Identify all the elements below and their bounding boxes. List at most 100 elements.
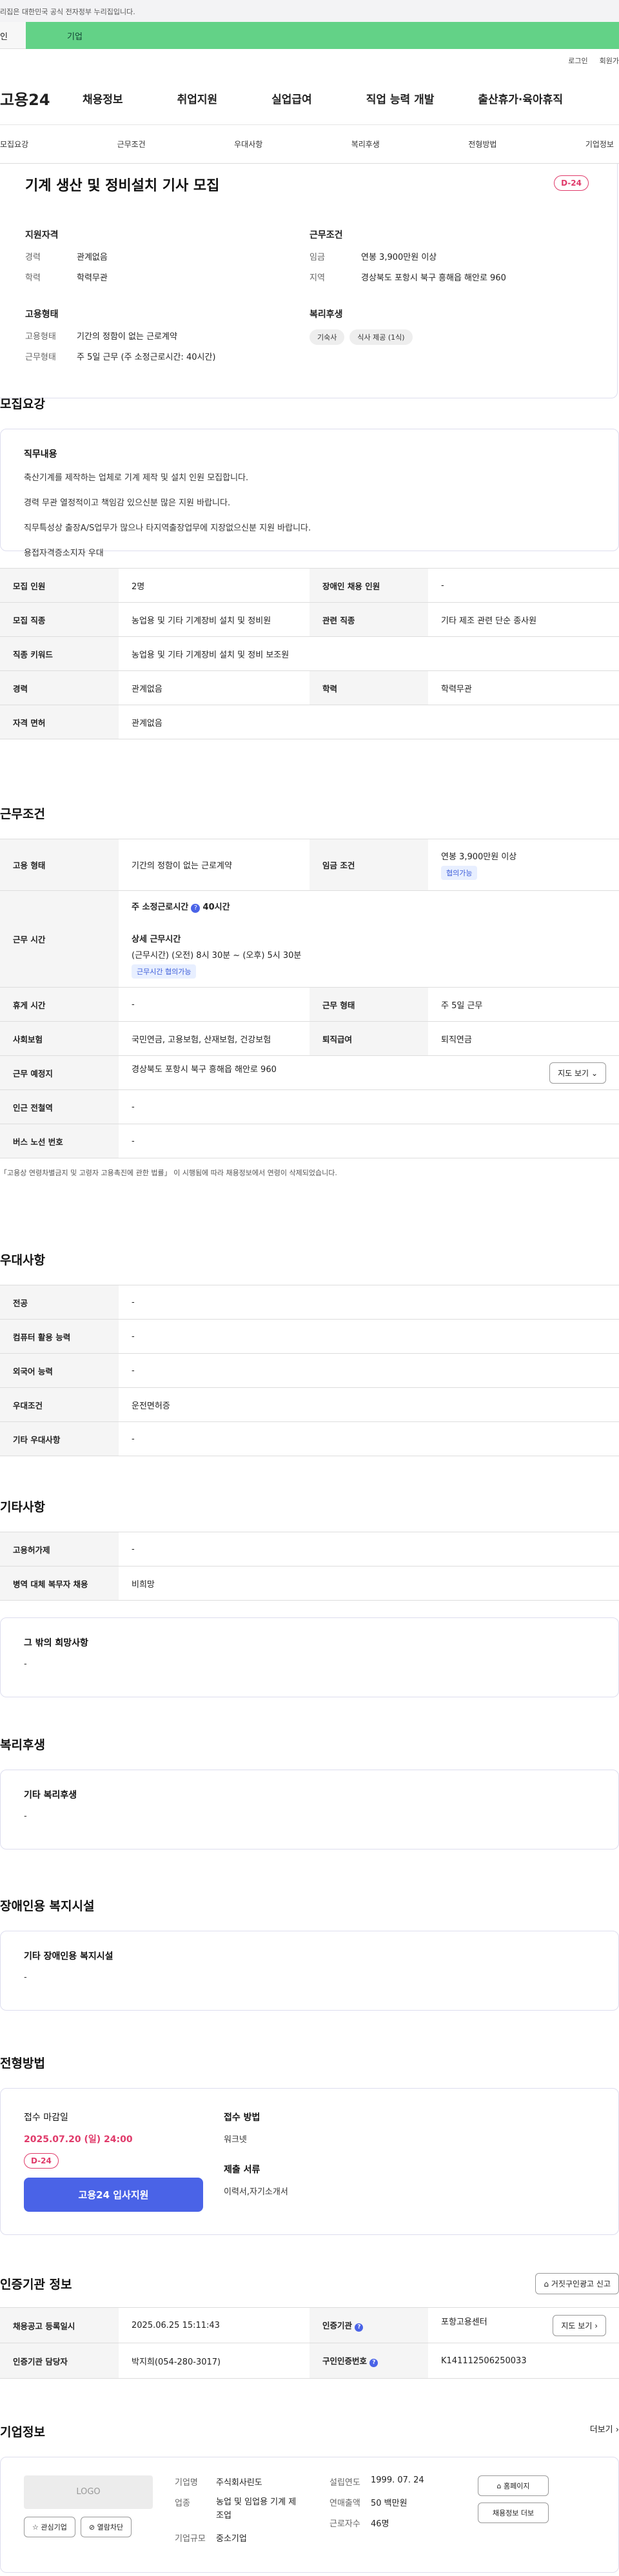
table-row: 인근 전철역 - [0, 1089, 619, 1124]
table-row: 경력 관계없음 학력 학력무관 [0, 670, 619, 705]
block-view-button[interactable]: ⊘ 열람차단 [80, 2517, 132, 2537]
cell-label: 퇴직급여 [310, 1021, 428, 1056]
company-name-value: 주식회사린도 [216, 2478, 262, 2488]
map-view-label: 지도 보기 [558, 1068, 589, 1078]
company-size-value: 중소기업 [216, 2533, 247, 2544]
anchor-company[interactable]: 기업정보 [585, 139, 614, 150]
anchor-recruit[interactable]: 모집요강 [0, 139, 28, 150]
welfare-section: 복리후생 기타 복리후생 - [0, 1735, 619, 1849]
cell-value: 퇴직연금 [428, 1021, 619, 1056]
cert-number-label: 구인인증번호 [322, 2356, 368, 2366]
education-value: 학력무관 [77, 273, 108, 283]
cell-label: 근무 형태 [310, 987, 428, 1022]
table-row: 근무 시간 주 소정근로시간 ? 40시간 상세 근무시간 (근무시간) (오전… [0, 890, 619, 988]
table-row: 직종 키워드 농업용 및 기타 기계장비 설치 및 정비 보조원 [0, 636, 619, 671]
selection-section: 전형방법 접수 마감일 2025.07.20 (일) 24:00 D-24 고용… [0, 2054, 619, 2235]
cell-value: 학력무관 [428, 670, 619, 705]
apply-button[interactable]: 고용24 입사지원 [24, 2178, 203, 2212]
cell-label: 채용공고 등록일시 [0, 2307, 119, 2343]
info-icon[interactable]: ? [369, 2359, 378, 2367]
disability-section: 장애인용 복지시설 기타 장애인용 복지시설 - [0, 1897, 619, 2011]
cell-label: 기타 우대사항 [0, 1421, 119, 1456]
hours-label: 근무형태 [25, 353, 56, 362]
welfare-box: 기타 복리후생 - [0, 1770, 619, 1849]
info-icon[interactable]: ? [355, 2323, 364, 2332]
preference-table: 전공 - 컴퓨터 활용 능력 - 외국어 능력 - 우대조건 운전면허증 기타 우대사항… [0, 1285, 619, 1456]
cell-label: 근무 시간 [0, 890, 119, 988]
company-name-label: 기업명 [175, 2478, 198, 2488]
anchor-select[interactable]: 전형방법 [468, 139, 496, 150]
section-title: 인증기관 정보 [0, 2278, 72, 2292]
welfare-chip: 기숙사 [310, 329, 345, 345]
company-section: 기업정보 더보기 › LOGO ☆ 관심기업 ⊘ 열람차단 기업명 주식회사린도 … [0, 2423, 619, 2573]
nav-parental-leave[interactable]: 출산휴가·육아휴직 [478, 90, 563, 106]
dday-badge: D-24 [554, 175, 589, 191]
founded-value: 1999. 07. 24 [371, 2475, 424, 2485]
disability-box: 기타 장애인용 복지시설 - [0, 1931, 619, 2011]
more-jobs-button[interactable]: 채용정보 더보 [478, 2503, 549, 2523]
homepage-button[interactable]: ⌂ 홈페이지 [478, 2475, 549, 2496]
table-row: 인증기관 담당자 박지희(054-280-3017) 구인인증번호 ? K141112… [0, 2343, 619, 2379]
hours-value: 주 5일 근무 (주 소정근로시간: 40시간) [77, 353, 216, 362]
work-heading: 근무조건 [310, 230, 343, 240]
more-link[interactable]: 더보기 › [590, 2423, 619, 2440]
section-title: 기업정보 [0, 2425, 45, 2439]
cell-value: 비희망 [119, 1566, 619, 1601]
cell-value: 농업용 및 기타 기계장비 설치 및 정비원 [119, 602, 310, 637]
nav-training[interactable]: 직업 능력 개발 [366, 90, 435, 106]
workplace-address: 경상북도 포항시 북구 흥해읍 해안로 960 [132, 1064, 277, 1075]
cell-value: 관계없음 [119, 670, 310, 705]
table-row: 기타 우대사항 - [0, 1421, 619, 1456]
welfare-box-heading: 기타 복리후생 [24, 1790, 77, 1800]
table-row: 전공 - [0, 1285, 619, 1320]
negotiable-tag: 근무시간 협의가능 [132, 964, 197, 979]
emptype-value: 기간의 정함이 없는 근로계약 [77, 332, 177, 342]
deadline-heading: 접수 마감일 [24, 2113, 68, 2123]
company-card: LOGO ☆ 관심기업 ⊘ 열람차단 기업명 주식회사린도 업종 농업 및 임업용 … [0, 2457, 619, 2573]
welfare-chip: 식사 제공 (1식) [349, 329, 413, 345]
join-link[interactable]: 회원가 [600, 55, 619, 72]
cell-value: K141112506250033 [428, 2343, 619, 2379]
nav-job-info[interactable]: 채용정보 [83, 90, 123, 106]
cell-value: - [428, 568, 619, 603]
disability-box-heading: 기타 장애인용 복지시설 [24, 1951, 113, 1962]
cell-value: 포항고용센터 지도 보기 › [428, 2307, 619, 2343]
map-view-button[interactable]: 지도 보기 ⌄ [549, 1062, 606, 1084]
table-row: 휴게 시간 - 근무 형태 주 5일 근무 [0, 987, 619, 1022]
login-link[interactable]: 로그인 [568, 55, 587, 72]
anchor-pref[interactable]: 우대사항 [234, 139, 262, 150]
info-icon[interactable]: ? [191, 903, 201, 913]
favorite-company-button[interactable]: ☆ 관심기업 [24, 2517, 75, 2537]
nav-unemployment[interactable]: 실업급여 [271, 90, 312, 106]
anchor-welfare[interactable]: 복리후생 [351, 139, 380, 150]
star-icon: ☆ [32, 2523, 39, 2532]
detail-hours-value: (근무시간) (오전) 8시 30분 ~ (오후) 5시 30분 [132, 950, 302, 961]
cell-value: 기타 제조 관련 단순 종사원 [428, 602, 619, 637]
selection-box: 접수 마감일 2025.07.20 (일) 24:00 D-24 고용24 입사… [0, 2088, 619, 2235]
cell-value: - [119, 1532, 619, 1566]
nav-employment-support[interactable]: 취업지원 [177, 90, 218, 106]
report-button[interactable]: ⌂ 거짓구인광고 신고 [535, 2273, 619, 2294]
cell-value: 주 소정근로시간 ? 40시간 상세 근무시간 (근무시간) (오전) 8시 3… [119, 890, 619, 988]
company-logo: LOGO [24, 2475, 153, 2509]
cell-value: - [119, 1421, 619, 1456]
gov-banner: 리집은 대한민국 공식 전자정부 누리집입니다. [0, 0, 619, 22]
cert-section: 인증기관 정보 ⌂ 거짓구인광고 신고 채용공고 등록일시 2025.06.25 … [0, 2273, 619, 2379]
work-section: 근무조건 고용 형태 기간의 정함이 없는 근로계약 임금 조건 연봉 3,900만원… [0, 805, 619, 1178]
cell-label: 직종 키워드 [0, 636, 119, 671]
cell-value: - [119, 1285, 619, 1320]
cell-value: 농업용 및 기타 기계장비 설치 및 정비 보조원 [119, 636, 619, 671]
map-view-button[interactable]: 지도 보기 › [553, 2314, 606, 2336]
work-table: 고용 형태 기간의 정함이 없는 근로계약 임금 조건 연봉 3,900만원 이상 협의… [0, 839, 619, 1158]
tab-personal[interactable]: 인 [0, 22, 26, 49]
negotiable-tag: 협의가능 [441, 866, 478, 880]
anchor-work[interactable]: 근무조건 [117, 139, 146, 150]
section-title: 근무조건 [0, 807, 45, 821]
cell-value: 경상북도 포항시 북구 흥해읍 해안로 960 지도 보기 ⌄ [119, 1055, 619, 1090]
site-logo[interactable]: 고용24 [0, 87, 74, 110]
duty-line: 직무특성상 출장A/S업무가 많으나 타지역출장업무에 지장없으신분 지원 바랍… [24, 523, 311, 533]
table-row: 컴퓨터 활용 능력 - [0, 1319, 619, 1354]
cell-value: 2025.06.25 15:11:43 [119, 2307, 310, 2343]
career-label: 경력 [25, 253, 41, 262]
tab-company[interactable]: 기업 [26, 22, 619, 49]
